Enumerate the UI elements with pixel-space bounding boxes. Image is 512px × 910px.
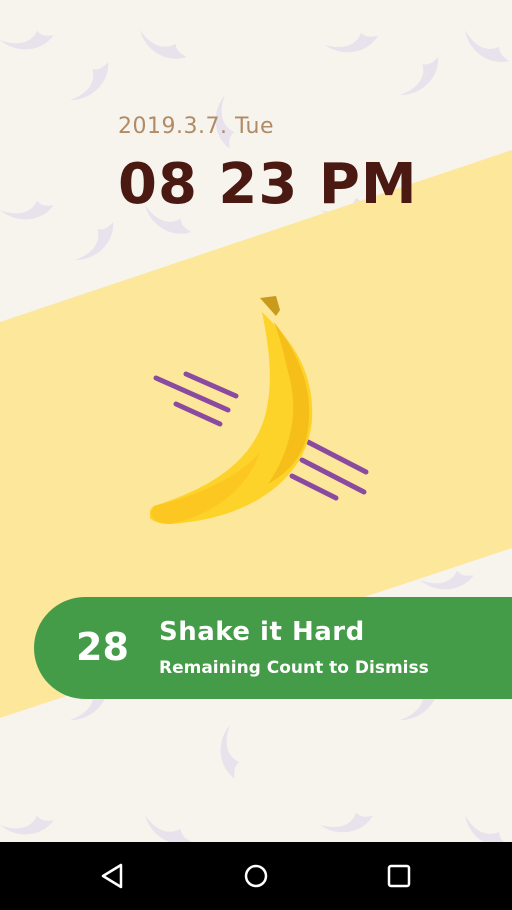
home-circle-icon	[244, 864, 268, 888]
nav-recents-button[interactable]	[379, 856, 419, 896]
navigation-bar	[0, 842, 512, 910]
nav-back-button[interactable]	[93, 856, 133, 896]
remaining-count: 28	[76, 625, 129, 669]
alarm-screen: 2019.3.7. Tue 08 23 PM 28 Shake it Hard …	[0, 0, 512, 910]
nav-home-button[interactable]	[236, 856, 276, 896]
alarm-time: 08 23 PM	[118, 152, 418, 217]
alarm-date: 2019.3.7. Tue	[118, 114, 275, 139]
back-triangle-icon	[101, 863, 123, 889]
recents-square-icon	[387, 864, 411, 888]
banana-icon	[150, 296, 369, 524]
shake-mission-banner: 28 Shake it Hard Remaining Count to Dism…	[34, 597, 512, 699]
mission-title: Shake it Hard	[159, 617, 365, 647]
mission-subtitle: Remaining Count to Dismiss	[159, 658, 429, 678]
